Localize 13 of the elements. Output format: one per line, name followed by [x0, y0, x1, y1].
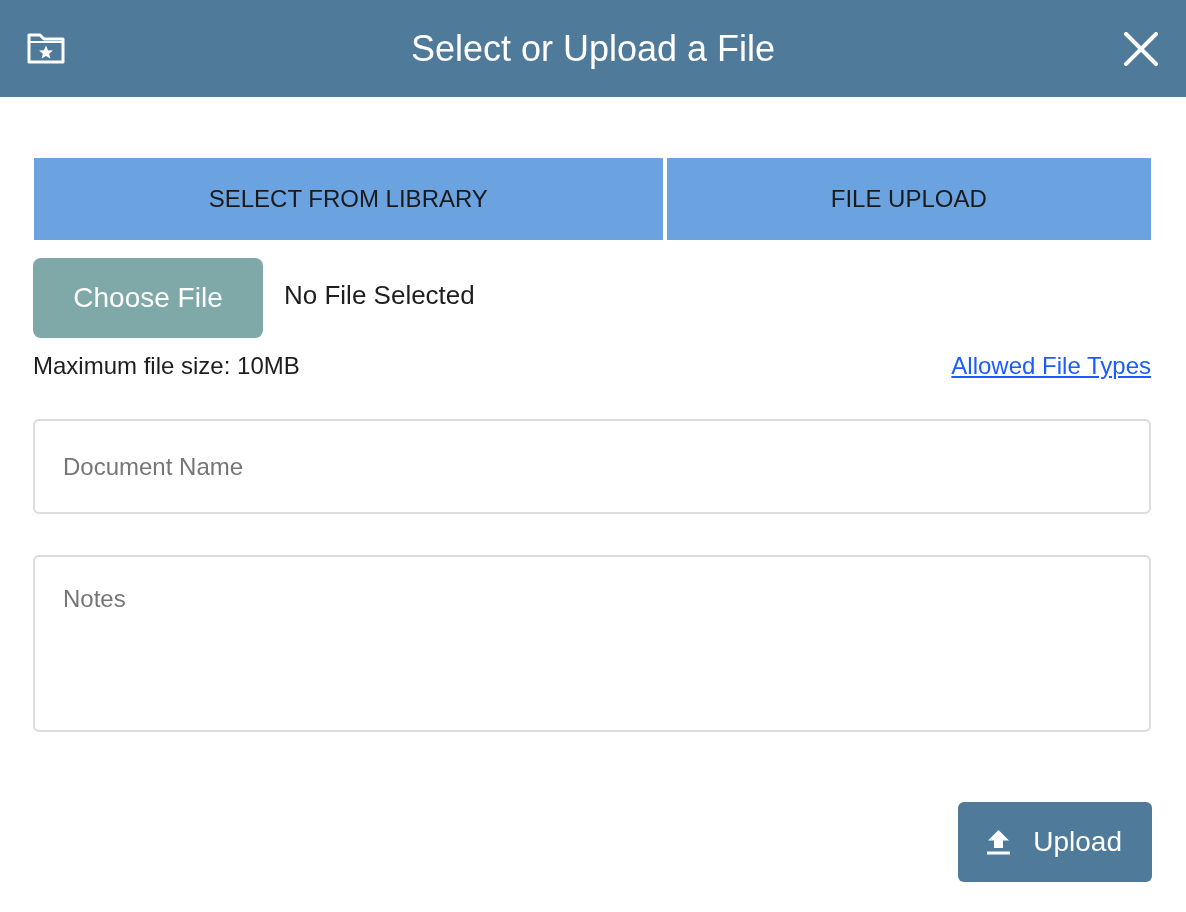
dialog-title: Select or Upload a File — [410, 27, 776, 70]
text-input-field[interactable]: Document Name — [33, 419, 1151, 514]
upload-button[interactable]: Upload — [958, 802, 1152, 882]
close-button[interactable] — [1124, 31, 1158, 66]
tab[interactable]: SELECT FROM LIBRARY — [34, 158, 663, 240]
allowed-file-types-link[interactable]: Allowed File Types — [951, 352, 1151, 380]
folder-star-icon — [26, 32, 66, 65]
file-status-text: No File Selected — [284, 279, 475, 312]
max-file-size-text: Maximum file size: 10MB — [33, 352, 300, 380]
textarea-field[interactable]: Notes — [33, 555, 1151, 732]
close-icon — [1124, 31, 1158, 66]
tab[interactable]: FILE UPLOAD — [666, 158, 1151, 240]
upload-arrow-icon — [987, 829, 1011, 855]
